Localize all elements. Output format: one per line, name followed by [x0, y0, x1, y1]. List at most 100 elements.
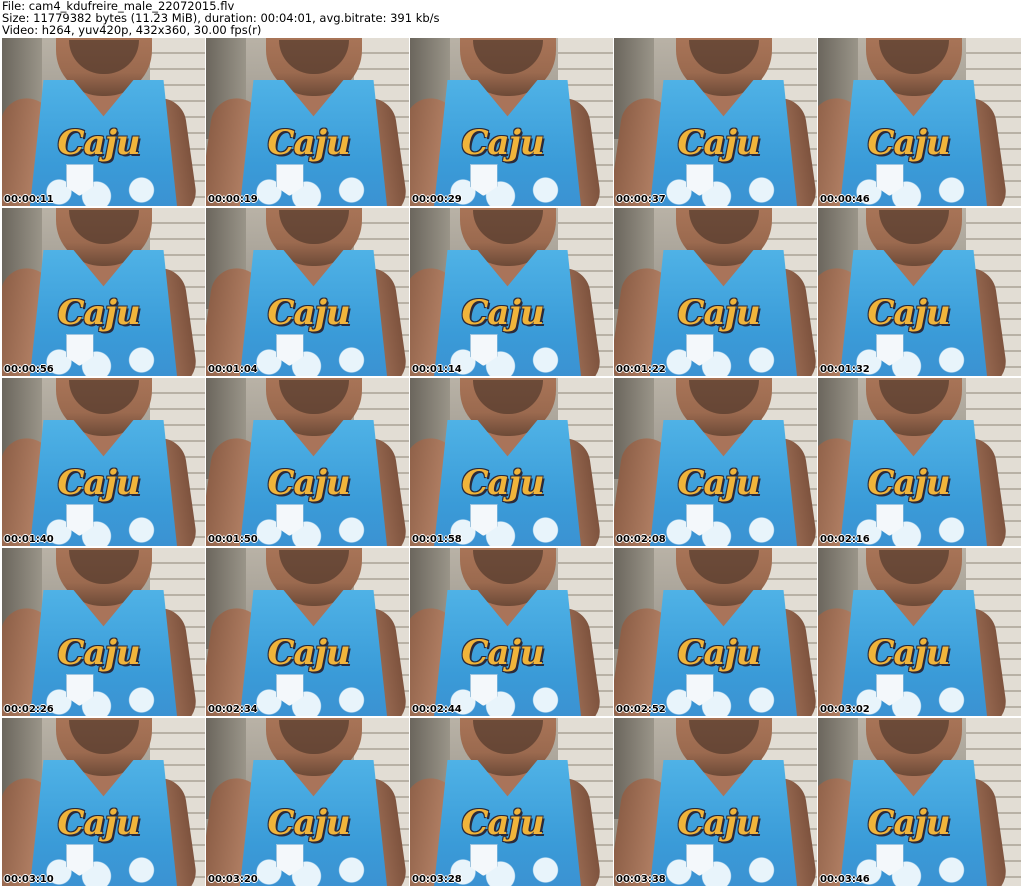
timestamp-label: 00:00:56: [4, 364, 54, 375]
shirt-logo: Caju: [867, 293, 951, 333]
person-figure: Caju: [410, 378, 609, 546]
person-figure: Caju: [410, 38, 609, 206]
timestamp-label: 00:01:40: [4, 534, 54, 545]
video-thumbnail: Caju 00:00:56: [2, 208, 205, 376]
person-figure: Caju: [410, 548, 609, 716]
shirt-logo: Caju: [267, 463, 351, 503]
beard: [878, 550, 949, 584]
beard: [472, 720, 543, 754]
person-figure: Caju: [818, 208, 1015, 376]
timestamp-label: 00:03:10: [4, 874, 54, 885]
timestamp-label: 00:02:44: [412, 704, 462, 715]
beard: [68, 720, 139, 754]
shirt-cloud-print: [648, 168, 799, 206]
video-thumbnail: Caju 00:00:46: [818, 38, 1021, 206]
shirt-cloud-print: [238, 338, 389, 376]
timestamp-label: 00:03:38: [616, 874, 666, 885]
beard: [878, 40, 949, 74]
video-thumbnail: Caju 00:00:19: [206, 38, 409, 206]
shirt-logo: Caju: [461, 123, 545, 163]
person-figure: Caju: [2, 378, 205, 546]
video-thumbnail: Caju 00:01:50: [206, 378, 409, 546]
shirt-cloud-print: [238, 168, 389, 206]
shirt-logo: Caju: [57, 463, 141, 503]
video-thumbnail: Caju 00:01:04: [206, 208, 409, 376]
timestamp-label: 00:03:28: [412, 874, 462, 885]
shirt-logo: Caju: [461, 803, 545, 843]
shirt-logo: Caju: [677, 803, 761, 843]
video-thumbnail: Caju 00:01:32: [818, 208, 1021, 376]
timestamp-label: 00:02:08: [616, 534, 666, 545]
shirt-logo: Caju: [677, 633, 761, 673]
shirt-logo: Caju: [267, 633, 351, 673]
shirt-logo: Caju: [57, 123, 141, 163]
shirt-cloud-print: [238, 848, 389, 886]
shirt-logo: Caju: [57, 803, 141, 843]
video-thumbnail: Caju 00:03:10: [2, 718, 205, 886]
shirt-logo: Caju: [677, 463, 761, 503]
video-thumbnail: Caju 00:00:11: [2, 38, 205, 206]
timestamp-label: 00:03:20: [208, 874, 258, 885]
person-figure: Caju: [2, 208, 205, 376]
video-thumbnail: Caju 00:03:46: [818, 718, 1021, 886]
shirt-logo: Caju: [867, 633, 951, 673]
file-info-header: File: cam4_kdufreire_male_22072015.flv S…: [2, 0, 1022, 36]
person-figure: Caju: [206, 38, 409, 206]
beard: [278, 720, 349, 754]
shirt-cloud-print: [238, 508, 389, 546]
person-figure: Caju: [614, 378, 817, 546]
beard: [688, 380, 759, 414]
beard: [688, 720, 759, 754]
video-thumbnail: Caju 00:03:38: [614, 718, 817, 886]
person-figure: Caju: [614, 718, 817, 886]
timestamp-label: 00:03:02: [820, 704, 870, 715]
person-figure: Caju: [614, 548, 817, 716]
person-figure: Caju: [206, 548, 409, 716]
timestamp-label: 00:00:46: [820, 194, 870, 205]
timestamp-label: 00:01:04: [208, 364, 258, 375]
video-thumbnail: Caju 00:01:14: [410, 208, 613, 376]
beard: [68, 380, 139, 414]
video-thumbnail: Caju 00:00:37: [614, 38, 817, 206]
shirt-logo: Caju: [267, 123, 351, 163]
timestamp-label: 00:01:50: [208, 534, 258, 545]
beard: [688, 550, 759, 584]
beard: [472, 210, 543, 244]
timestamp-label: 00:00:29: [412, 194, 462, 205]
video-thumbnail: Caju 00:00:29: [410, 38, 613, 206]
shirt-logo: Caju: [267, 803, 351, 843]
beard: [68, 210, 139, 244]
shirt-logo: Caju: [57, 633, 141, 673]
video-thumbnail: Caju 00:02:26: [2, 548, 205, 716]
beard: [878, 210, 949, 244]
video-thumbnail: Caju 00:02:08: [614, 378, 817, 546]
person-figure: Caju: [206, 718, 409, 886]
shirt-logo: Caju: [461, 463, 545, 503]
beard: [472, 40, 543, 74]
timestamp-label: 00:03:46: [820, 874, 870, 885]
shirt-logo: Caju: [677, 293, 761, 333]
video-thumbnail: Caju 00:01:58: [410, 378, 613, 546]
beard: [688, 210, 759, 244]
beard: [278, 550, 349, 584]
timestamp-label: 00:02:52: [616, 704, 666, 715]
beard: [878, 380, 949, 414]
person-figure: Caju: [2, 718, 205, 886]
timestamp-label: 00:00:11: [4, 194, 54, 205]
video-thumbnail: Caju 00:01:40: [2, 378, 205, 546]
timestamp-label: 00:00:19: [208, 194, 258, 205]
shirt-logo: Caju: [867, 123, 951, 163]
video-thumbnail: Caju 00:02:34: [206, 548, 409, 716]
person-figure: Caju: [818, 548, 1015, 716]
beard: [68, 40, 139, 74]
person-figure: Caju: [206, 208, 409, 376]
timestamp-label: 00:01:14: [412, 364, 462, 375]
person-figure: Caju: [206, 378, 409, 546]
person-figure: Caju: [410, 718, 609, 886]
shirt-logo: Caju: [867, 803, 951, 843]
timestamp-label: 00:00:37: [616, 194, 666, 205]
person-figure: Caju: [818, 38, 1015, 206]
beard: [278, 210, 349, 244]
shirt-cloud-print: [648, 508, 799, 546]
beard: [68, 550, 139, 584]
